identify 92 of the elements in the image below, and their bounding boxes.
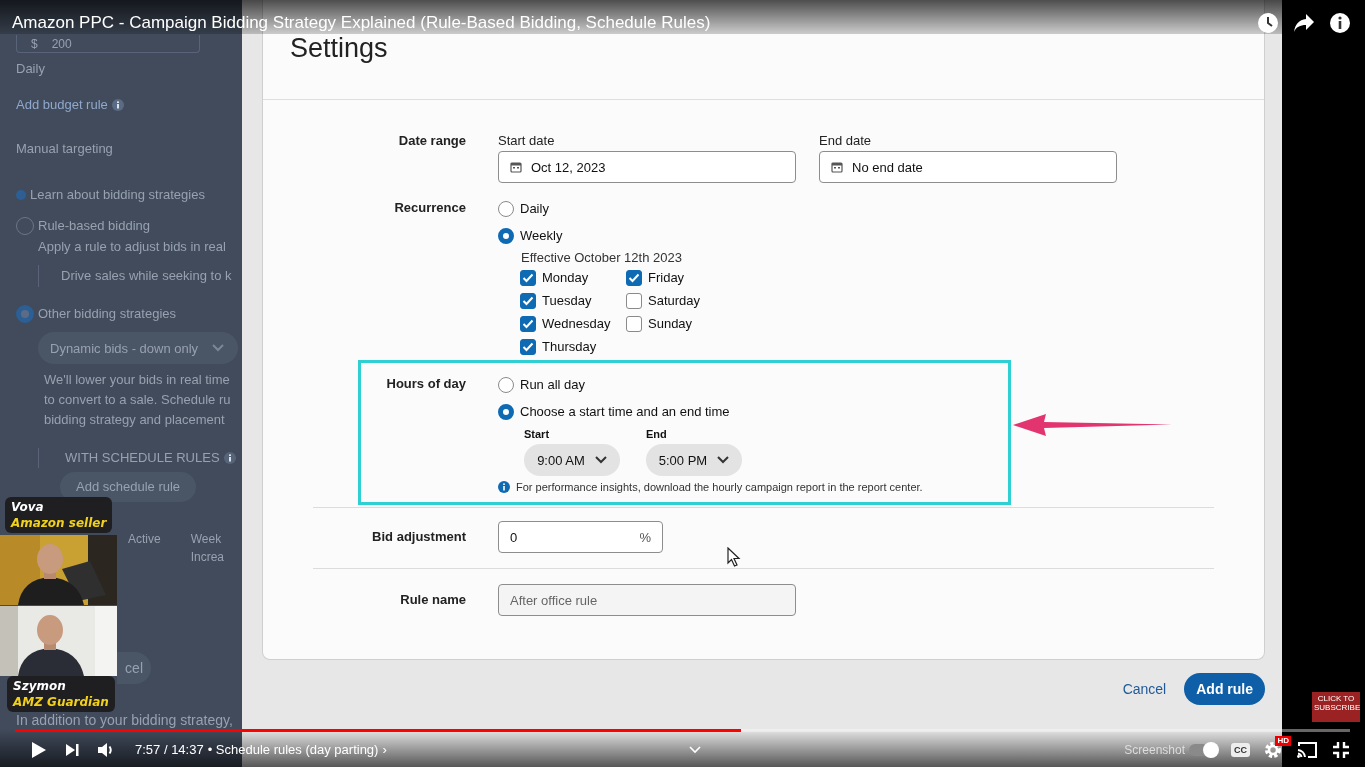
info-icon [111, 99, 124, 111]
time-display: 7:57 / 14:37 [135, 742, 204, 757]
checkbox-label: Monday [542, 270, 589, 285]
checkbox[interactable] [626, 269, 642, 286]
radio-label: Run all day [520, 377, 586, 392]
add-budget-rule-link[interactable]: Add budget rule [16, 95, 108, 115]
calendar-icon [831, 161, 843, 173]
description-text: In addition to your bidding strategy, [16, 713, 233, 728]
caret-icon [717, 456, 730, 464]
checkbox-label: Friday [648, 270, 685, 285]
budget-field[interactable]: $ 200 [16, 35, 200, 53]
chevron-icon[interactable] [688, 745, 701, 754]
hd-badge: HD [1275, 735, 1291, 746]
radio-button[interactable] [498, 227, 514, 244]
help-link[interactable]: Learn about bidding strategies [30, 185, 205, 205]
field-label: Start date [498, 132, 556, 150]
checkbox[interactable] [626, 292, 642, 309]
field-value: 200 [51, 36, 72, 51]
option-detail: Drive sales while seeking to k [61, 268, 232, 283]
screenshot-label: Screenshot [1124, 742, 1185, 757]
date-field[interactable]: No end date [819, 151, 1117, 183]
radio-button[interactable] [16, 305, 34, 323]
calendar-icon [510, 161, 522, 173]
option-description: Apply a rule to adjust bids in real [37, 238, 226, 256]
field-label: End [646, 427, 668, 441]
checkbox-label: Saturday [648, 293, 701, 308]
participant-name: Vova [11, 499, 45, 515]
mouse-cursor-icon [727, 547, 741, 567]
info-icon [223, 452, 236, 464]
checkbox-label: Thursday [542, 339, 597, 354]
radio-label: Daily [520, 201, 549, 216]
participant-role: Amazon seller [11, 515, 107, 531]
checkbox[interactable] [626, 315, 642, 332]
clock-icon[interactable] [1257, 12, 1279, 34]
checkbox[interactable] [520, 338, 536, 355]
checkbox-label: Tuesday [542, 293, 592, 308]
radio-label: Choose a start time and an end time [520, 404, 730, 419]
radio-button[interactable] [498, 403, 514, 420]
section-label: WITH SCHEDULE RULES [65, 449, 220, 467]
rule-name-field[interactable]: After office rule [498, 584, 796, 616]
column-text: Week [190, 531, 223, 548]
cast-icon[interactable] [1296, 740, 1318, 759]
cancel-button[interactable]: Cancel [1120, 677, 1169, 701]
description-text: to convert to a sale. Schedule ru [44, 391, 231, 409]
bid-field[interactable]: 0 % [498, 521, 663, 553]
field-label: Bid adjustment [371, 528, 467, 546]
caret-icon [594, 456, 607, 464]
video-title: Amazon PPC - Campaign Bidding Strategy Explained (Rule-Based Bidding, Schedule Rules) [12, 12, 711, 34]
field-label: Recurrence [393, 199, 467, 217]
participant-role: AMZ Guardian [13, 694, 109, 710]
radio-label: Other bidding strategies [38, 305, 177, 323]
caret-icon [212, 344, 224, 352]
column-text: Increa [190, 549, 225, 566]
radio-button[interactable] [498, 200, 514, 217]
screenshot-toggle[interactable] [1189, 743, 1217, 756]
subscribe-badge[interactable]: CLICK TO SUBSCRIBE [1312, 692, 1360, 722]
next-icon[interactable] [65, 742, 79, 757]
radio-label: Weekly [520, 228, 563, 243]
checkbox[interactable] [520, 315, 536, 332]
field-label: Rule name [399, 591, 467, 609]
currency-symbol: $ [31, 36, 38, 51]
field-label: Start [524, 427, 551, 441]
time-dropdown[interactable]: 9:00 AM [524, 444, 620, 476]
description-text: We'll lower your bids in real time [44, 371, 231, 389]
play-icon[interactable] [31, 740, 47, 759]
progress-bar[interactable] [15, 729, 1350, 732]
volume-icon[interactable] [97, 741, 115, 758]
checkbox-label: Sunday [648, 316, 693, 331]
info-icon [498, 481, 510, 493]
budget-period: Daily [16, 60, 45, 78]
checkbox[interactable] [520, 269, 536, 286]
checkbox[interactable] [520, 292, 536, 309]
add-rule-button[interactable]: Add rule [1184, 673, 1265, 705]
checkbox-label: Wednesday [542, 316, 611, 331]
share-icon[interactable] [1293, 13, 1315, 33]
description-text: bidding strategy and placement [44, 411, 226, 429]
field-label: End date [819, 132, 873, 150]
date-field[interactable]: Oct 12, 2023 [498, 151, 796, 183]
participant-name: Szymon [13, 678, 67, 694]
column-text: Active [128, 531, 161, 548]
exit-fullscreen-icon[interactable] [1332, 740, 1350, 759]
settings-title: Settings [290, 32, 389, 64]
percent-unit: % [639, 529, 651, 545]
radio-button[interactable] [498, 376, 514, 393]
section-heading: Manual targeting [16, 140, 113, 158]
field-label: Hours of day [385, 375, 467, 393]
info-text: For performance insights, download the hourly campaign report in the report center. [516, 481, 923, 493]
radio-label: Rule-based bidding [38, 217, 151, 235]
effective-date-text: Effective October 12th 2023 [521, 249, 683, 266]
info-icon[interactable] [1329, 12, 1351, 34]
field-label: Date range [397, 132, 467, 150]
time-dropdown[interactable]: 5:00 PM [646, 444, 742, 476]
